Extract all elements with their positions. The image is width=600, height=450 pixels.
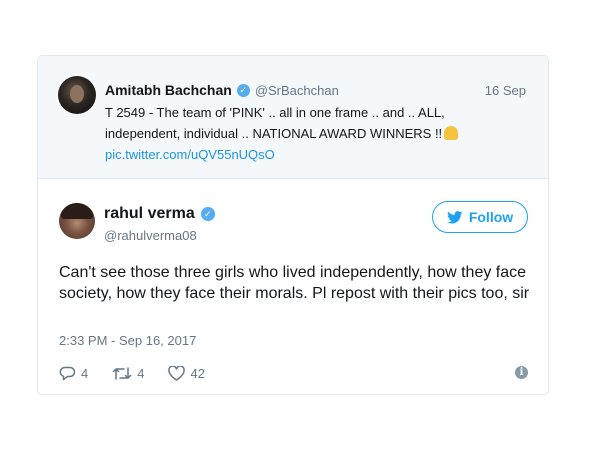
author-name-row[interactable]: rahul verma ✓ — [104, 205, 215, 223]
tweet-timestamp[interactable]: 2:33 PM - Sep 16, 2017 — [59, 333, 196, 348]
like-icon — [168, 365, 186, 381]
avatar-hair — [61, 203, 93, 219]
author-avatar[interactable] — [59, 203, 95, 239]
like-count: 42 — [190, 365, 205, 381]
quoted-author-avatar[interactable] — [58, 76, 96, 114]
follow-button-label: Follow — [468, 209, 514, 225]
retweet-button[interactable]: 4 — [112, 366, 144, 381]
author-name[interactable]: rahul verma — [104, 205, 195, 223]
quoted-text-line1: T 2549 - The team of 'PINK' .. all in on… — [105, 105, 445, 120]
verified-badge-icon: ✓ — [200, 207, 215, 221]
quoted-tweet-date[interactable]: 16 Sep — [485, 83, 526, 98]
quoted-tweet-link[interactable]: pic.twitter.com/uQV55nUQsO — [105, 147, 275, 162]
tweet-text: Can't see those three girls who lived in… — [59, 264, 530, 302]
retweet-count: 4 — [137, 365, 145, 381]
quoted-author-handle[interactable]: @SrBachchan — [255, 83, 339, 98]
info-icon[interactable]: i — [515, 366, 528, 379]
author-handle[interactable]: @rahulverma08 — [104, 228, 197, 243]
reply-count: 4 — [81, 365, 89, 381]
follow-button[interactable]: Follow — [432, 201, 528, 233]
quoted-tweet[interactable]: Amitabh Bachchan ✓ @SrBachchan 16 Sep T … — [38, 56, 548, 179]
quoted-author-name[interactable]: Amitabh Bachchan — [105, 82, 232, 98]
tweet-card: Amitabh Bachchan ✓ @SrBachchan 16 Sep T … — [37, 55, 549, 395]
twitter-bird-icon — [446, 210, 463, 223]
quoted-text-line2: independent, individual .. NATIONAL AWAR… — [105, 126, 443, 141]
tweet-actions: 4 4 42 i — [59, 363, 528, 383]
verified-badge-icon: ✓ — [236, 83, 250, 97]
quoted-tweet-header: Amitabh Bachchan ✓ @SrBachchan 16 Sep — [105, 81, 526, 99]
folded-hands-emoji-icon — [444, 126, 459, 140]
reply-button[interactable]: 4 — [59, 366, 88, 381]
avatar-face — [70, 85, 84, 103]
retweet-icon — [112, 366, 132, 380]
reply-icon — [59, 366, 76, 380]
like-button[interactable]: 42 — [168, 365, 205, 381]
quoted-tweet-text: T 2549 - The team of 'PINK' .. all in on… — [105, 102, 530, 165]
